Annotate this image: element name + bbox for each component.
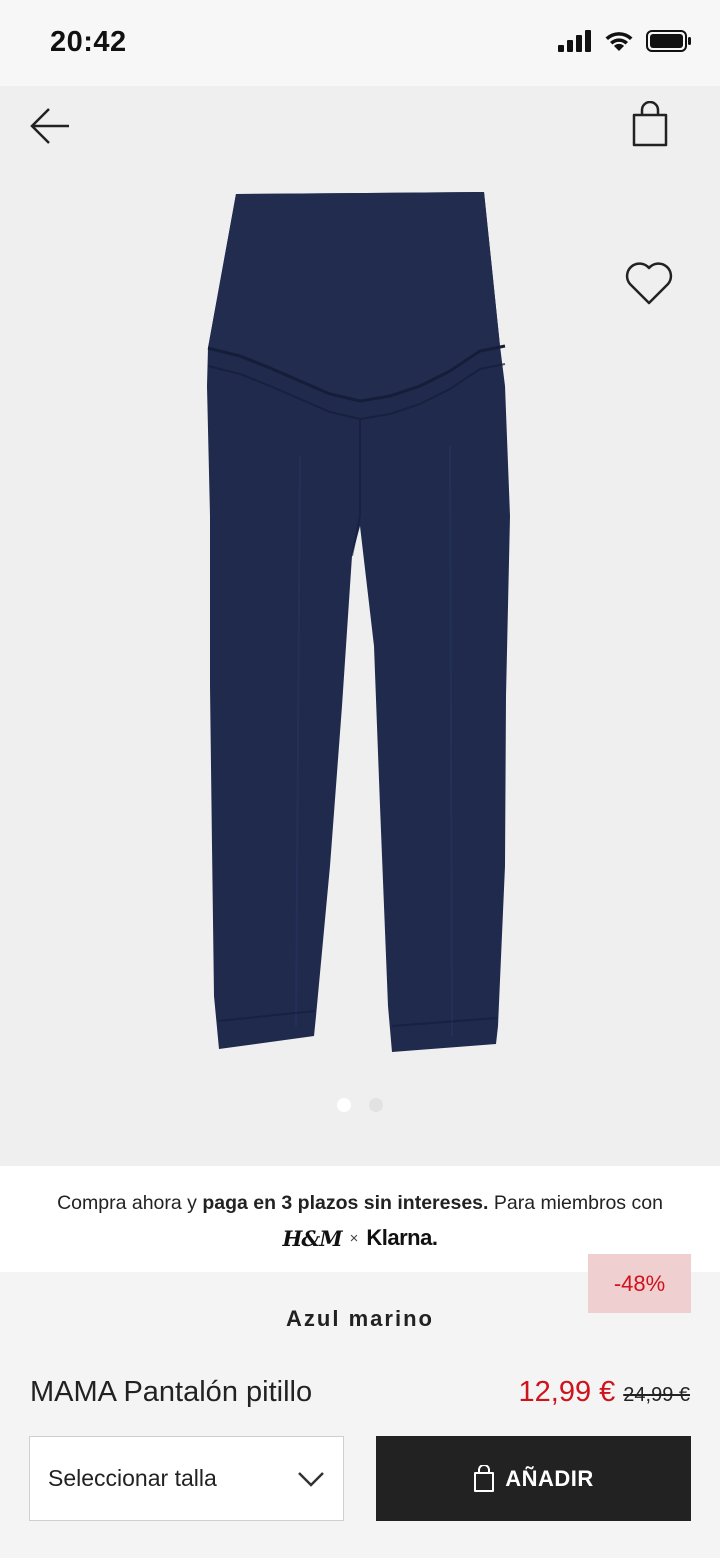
shopping-bag-icon (474, 1464, 495, 1492)
klarna-text-bold: paga en 3 plazos sin intereses. (202, 1192, 489, 1214)
wifi-icon (605, 32, 633, 51)
discount-badge: -48% (588, 1254, 691, 1313)
status-bar: 20:42 (0, 0, 720, 86)
product-name: MAMA Pantalón pitillo (30, 1376, 313, 1408)
gallery-dot[interactable] (369, 1098, 383, 1112)
add-to-bag-button[interactable]: AÑADIR (376, 1436, 691, 1521)
back-button[interactable] (24, 102, 76, 150)
logo-separator: × (349, 1229, 359, 1247)
klarna-logo: Klarna. (366, 1225, 438, 1250)
arrow-left-icon (30, 108, 69, 144)
size-select-label: Seleccionar talla (48, 1465, 217, 1491)
signal-icon (558, 30, 591, 52)
favorite-button[interactable] (620, 256, 678, 310)
size-select[interactable]: Seleccionar talla (29, 1436, 344, 1521)
original-price: 24,99 € (623, 1384, 690, 1406)
color-name: Azul marino (286, 1306, 434, 1331)
price: 12,99 € 24,99 € (519, 1376, 691, 1409)
klarna-text-before: Compra ahora y (57, 1192, 203, 1214)
klarna-text: Compra ahora y paga en 3 plazos sin inte… (0, 1192, 720, 1215)
heart-icon (625, 262, 673, 305)
status-time: 20:42 (50, 26, 127, 58)
shopping-bag-button[interactable] (624, 98, 676, 150)
shopping-bag-icon (632, 101, 668, 147)
product-image-gallery[interactable] (0, 86, 720, 1166)
product-image (207, 192, 510, 1052)
product-info: -48% Azul marino MAMA Pantalón pitillo 1… (0, 1254, 720, 1558)
chevron-down-icon (298, 1471, 324, 1487)
gallery-pagination (0, 1098, 720, 1112)
klarna-text-after: Para miembros con (488, 1192, 663, 1214)
hm-logo: H&M (282, 1225, 343, 1251)
sale-price: 12,99 € (518, 1376, 616, 1408)
status-icons (558, 30, 692, 52)
battery-icon (646, 30, 691, 52)
partner-logos: H&M × Klarna. (0, 1225, 720, 1251)
gallery-dot[interactable] (337, 1098, 351, 1112)
add-to-bag-label: AÑADIR (505, 1465, 594, 1491)
